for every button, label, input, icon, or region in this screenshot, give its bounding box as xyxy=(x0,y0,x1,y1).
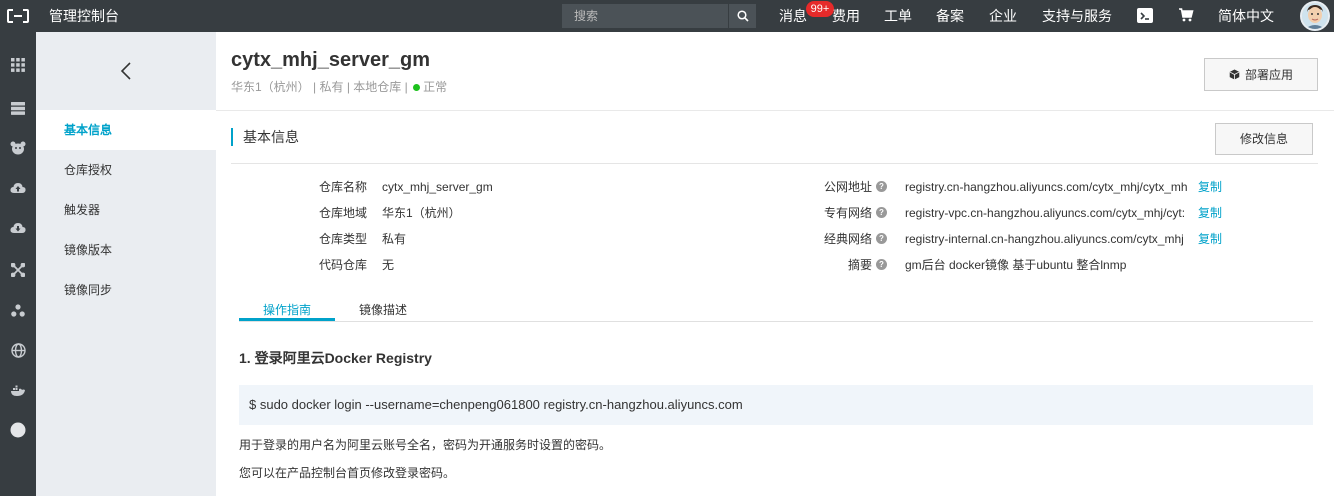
aliyun-logo-icon[interactable] xyxy=(0,0,36,32)
info-row-vpc-address: 专有网络 ? registry-vpc.cn-hangzhou.aliyuncs… xyxy=(776,203,1316,223)
info-row-repo-name: 仓库名称 cytx_mhj_server_gm xyxy=(216,177,716,197)
info-row-code-repo: 代码仓库 无 xyxy=(216,255,716,275)
docker-whale-icon[interactable] xyxy=(0,370,36,410)
info-label: 摘要 xyxy=(847,258,872,272)
header-divider xyxy=(216,110,1334,111)
sidebar-item-image-versions[interactable]: 镜像版本 xyxy=(36,230,216,270)
info-label: 公网地址 xyxy=(823,180,872,194)
product-icon-sidebar xyxy=(0,32,36,496)
guide-note: 您可以在产品控制台首页修改登录密码。 xyxy=(239,466,456,480)
cube-icon xyxy=(1229,69,1240,80)
sidebar-item-basic-info[interactable]: 基本信息 xyxy=(36,110,216,150)
nav-billing[interactable]: 费用 xyxy=(832,0,860,32)
main-content: cytx_mhj_server_gm 华东1（杭州） | 私有 | 本地仓库 |… xyxy=(216,32,1334,496)
nav-language[interactable]: 简体中文 xyxy=(1218,0,1274,32)
guide-note: 用于登录的用户名为阿里云账号全名，密码为开通服务时设置的密码。 xyxy=(239,438,612,452)
info-value: registry-internal.cn-hangzhou.aliyuncs.c… xyxy=(905,232,1184,246)
repo-visibility: 私有 xyxy=(319,80,344,94)
info-label: 仓库名称 xyxy=(318,180,367,194)
help-icon[interactable]: ? xyxy=(876,259,887,270)
terminal-icon[interactable] xyxy=(1137,8,1153,23)
sidebar-item-triggers[interactable]: 触发器 xyxy=(36,190,216,230)
avatar[interactable] xyxy=(1300,1,1330,31)
cluster-icon[interactable] xyxy=(0,290,36,330)
search-icon xyxy=(736,10,749,22)
help-icon[interactable]: ? xyxy=(876,207,887,218)
cart-icon[interactable] xyxy=(1178,7,1194,26)
help-icon[interactable]: ? xyxy=(876,233,887,244)
cloud-upload-icon[interactable] xyxy=(0,168,36,208)
info-value: registry-vpc.cn-hangzhou.aliyuncs.com/cy… xyxy=(905,206,1186,220)
info-row-classic-address: 经典网络 ? registry-internal.cn-hangzhou.ali… xyxy=(776,229,1316,249)
chevron-left-icon xyxy=(120,62,131,80)
globe-icon[interactable] xyxy=(0,330,36,370)
secondary-sidebar: 基本信息 仓库授权 触发器 镜像版本 镜像同步 xyxy=(36,32,216,496)
server-icon[interactable] xyxy=(0,88,36,128)
info-label: 专有网络 xyxy=(823,206,872,220)
info-label: 代码仓库 xyxy=(318,258,367,272)
nav-tickets[interactable]: 工单 xyxy=(884,0,912,32)
section-divider xyxy=(231,163,1318,164)
tab-divider xyxy=(239,321,1313,322)
back-button[interactable] xyxy=(36,32,216,110)
info-value: cytx_mhj_server_gm xyxy=(382,180,493,194)
grid-icon[interactable] xyxy=(0,45,36,85)
circle-icon[interactable] xyxy=(0,410,36,450)
repo-meta: 华东1（杭州） | 私有 | 本地仓库 | 正常 xyxy=(231,80,448,94)
nav-enterprise[interactable]: 企业 xyxy=(989,0,1017,32)
copy-link[interactable]: 复制 xyxy=(1198,229,1222,249)
deploy-app-button[interactable]: 部署应用 xyxy=(1204,58,1318,91)
repo-region: 华东1（杭州） xyxy=(231,80,310,94)
copy-link[interactable]: 复制 xyxy=(1198,203,1222,223)
step-title: 1. 登录阿里云Docker Registry xyxy=(239,350,432,366)
info-row-repo-region: 仓库地域 华东1（杭州） xyxy=(216,203,716,223)
command-block[interactable]: $ sudo docker login --username=chenpeng0… xyxy=(239,385,1313,425)
top-bar: 管理控制台 消息 99+ 费用 工单 备案 企业 支持与服务 简体中文 xyxy=(0,0,1334,32)
section-title-basic-info: 基本信息 xyxy=(231,128,299,146)
status-badge: 正常 xyxy=(423,80,448,94)
info-value: registry.cn-hangzhou.aliyuncs.com/cytx_m… xyxy=(905,180,1188,194)
messages-badge: 99+ xyxy=(806,1,834,17)
info-label: 仓库类型 xyxy=(318,232,367,246)
info-row-summary: 摘要 ? gm后台 docker镜像 基于ubuntu 整合lnmp xyxy=(776,255,1316,275)
copy-link[interactable]: 复制 xyxy=(1198,177,1222,197)
nav-messages[interactable]: 消息 xyxy=(779,0,807,32)
nav-icp[interactable]: 备案 xyxy=(936,0,964,32)
sidebar-item-authorization[interactable]: 仓库授权 xyxy=(36,150,216,190)
info-value: 华东1（杭州） xyxy=(382,206,461,220)
info-row-repo-type: 仓库类型 私有 xyxy=(216,229,716,249)
search-button[interactable] xyxy=(728,4,756,28)
info-row-public-address: 公网地址 ? registry.cn-hangzhou.aliyuncs.com… xyxy=(776,177,1316,197)
edit-info-button[interactable]: 修改信息 xyxy=(1215,123,1313,155)
info-value: gm后台 docker镜像 基于ubuntu 整合lnmp xyxy=(905,258,1127,272)
info-value: 无 xyxy=(382,258,395,272)
help-icon[interactable]: ? xyxy=(876,181,887,192)
page-title: cytx_mhj_server_gm xyxy=(231,49,431,71)
cross-arrows-icon[interactable] xyxy=(0,250,36,290)
repo-source: 本地仓库 xyxy=(353,80,402,94)
info-value: 私有 xyxy=(382,232,407,246)
cloud-sync-icon[interactable] xyxy=(0,208,36,248)
status-dot-icon xyxy=(413,83,421,91)
sidebar-item-image-sync[interactable]: 镜像同步 xyxy=(36,270,216,310)
info-label: 仓库地域 xyxy=(318,206,367,220)
nav-support[interactable]: 支持与服务 xyxy=(1042,0,1112,32)
info-label: 经典网络 xyxy=(823,232,872,246)
console-title[interactable]: 管理控制台 xyxy=(49,0,119,32)
deploy-app-label: 部署应用 xyxy=(1244,68,1293,82)
tab-image-description[interactable]: 镜像描述 xyxy=(335,302,431,322)
search-input[interactable] xyxy=(562,4,728,28)
cloud-bear-icon[interactable] xyxy=(0,128,36,168)
